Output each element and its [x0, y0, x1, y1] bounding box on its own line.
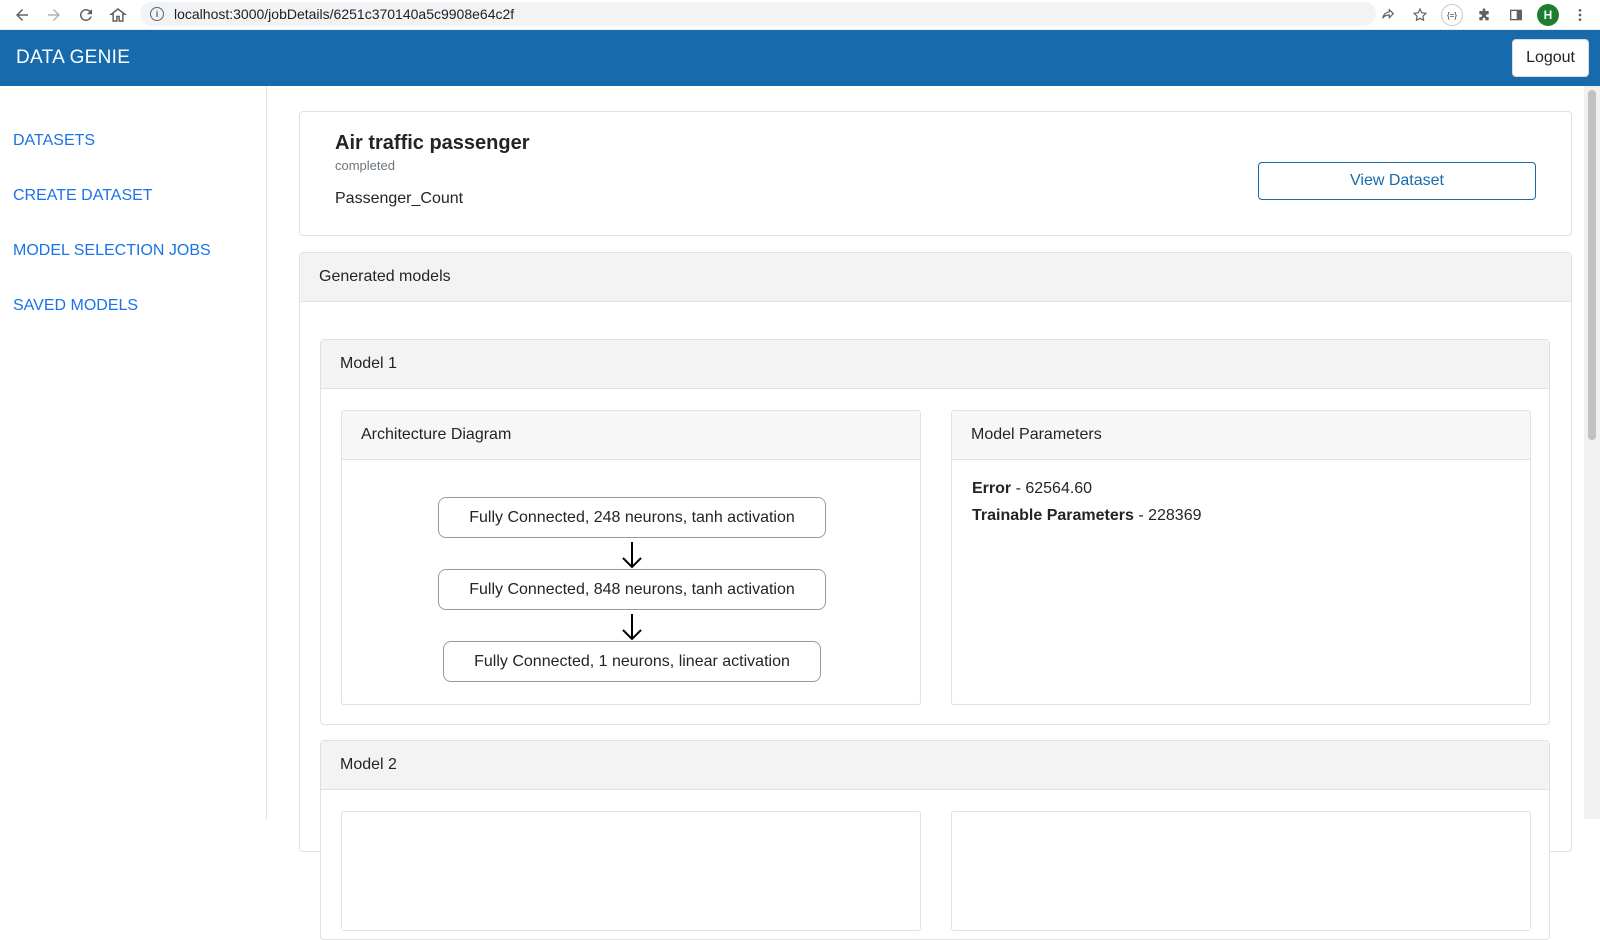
sidebar-item-datasets[interactable]: DATASETS: [13, 132, 95, 150]
home-icon[interactable]: [102, 0, 134, 30]
architecture-diagram-card: [341, 811, 921, 931]
share-icon[interactable]: [1374, 1, 1402, 29]
scrollbar-thumb[interactable]: [1588, 90, 1596, 440]
layer-box: Fully Connected, 1 neurons, linear activ…: [443, 641, 821, 682]
job-title: Air traffic passenger: [335, 132, 530, 154]
model-card: Model 2: [320, 740, 1550, 940]
arrow-down-icon: [622, 542, 642, 569]
menu-kebab-icon[interactable]: [1566, 1, 1594, 29]
model-header: Model 1: [321, 340, 1549, 389]
page-scrollbar[interactable]: [1584, 86, 1600, 819]
forward-icon[interactable]: [38, 0, 70, 30]
reload-icon[interactable]: [70, 0, 102, 30]
model-parameters-title: Model Parameters: [971, 426, 1102, 443]
sidebar: DATASETS CREATE DATASET MODEL SELECTION …: [0, 86, 267, 819]
layer-box: Fully Connected, 848 neurons, tanh activ…: [438, 569, 826, 610]
layer-box: Fully Connected, 248 neurons, tanh activ…: [438, 497, 826, 538]
app-header: DATA GENIE Logout: [0, 30, 1600, 86]
url-text: localhost:3000/jobDetails/6251c370140a5c…: [174, 6, 515, 22]
sidebar-item-model-selection-jobs[interactable]: MODEL SELECTION JOBS: [13, 242, 211, 260]
error-label: Error: [972, 480, 1012, 497]
model-parameters-card: Model Parameters Error - 62564.60 Traina…: [951, 410, 1531, 705]
model-parameters-card: [951, 811, 1531, 931]
job-summary-card: Air traffic passenger completed Passenge…: [299, 111, 1572, 236]
sidebar-item-saved-models[interactable]: SAVED MODELS: [13, 297, 138, 315]
architecture-diagram-header: Architecture Diagram: [342, 411, 920, 460]
site-info-icon[interactable]: i: [150, 7, 164, 21]
model-parameters-header: Model Parameters: [952, 411, 1530, 460]
side-panel-icon[interactable]: [1502, 1, 1530, 29]
extension-badge: {=}: [1441, 4, 1463, 26]
bookmark-star-icon[interactable]: [1406, 1, 1434, 29]
profile-initial: H: [1537, 4, 1559, 26]
trainable-params-value: - 228369: [1133, 507, 1202, 524]
job-target-column: Passenger_Count: [335, 190, 464, 207]
arrow-down-icon: [622, 614, 642, 641]
address-bar[interactable]: i localhost:3000/jobDetails/6251c370140a…: [140, 2, 1376, 26]
back-icon[interactable]: [6, 0, 38, 30]
sidebar-item-create-dataset[interactable]: CREATE DATASET: [13, 187, 153, 205]
model-card: Model 1 Architecture Diagram Fully Conne…: [320, 339, 1550, 725]
puzzle-icon[interactable]: [1470, 1, 1498, 29]
browser-toolbar: i localhost:3000/jobDetails/6251c370140a…: [0, 0, 1600, 30]
model-name: Model 1: [340, 355, 397, 372]
architecture-diagram-card: Architecture Diagram Fully Connected, 24…: [341, 410, 921, 705]
error-value: - 62564.60: [1011, 480, 1093, 497]
error-param: Error - 62564.60: [972, 480, 1092, 498]
generated-models-card: Generated models Model 1 Architecture Di…: [299, 252, 1572, 940]
generated-models-header: Generated models: [300, 253, 1571, 302]
architecture-diagram-title: Architecture Diagram: [361, 426, 512, 443]
model-header: Model 2: [321, 741, 1549, 790]
extension-badge-icon[interactable]: {=}: [1438, 1, 1466, 29]
trainable-params-param: Trainable Parameters - 228369: [972, 507, 1201, 525]
model-name: Model 2: [340, 756, 397, 773]
job-status: completed: [335, 158, 395, 173]
logout-button[interactable]: Logout: [1512, 39, 1589, 77]
generated-models-title: Generated models: [319, 268, 451, 285]
profile-avatar[interactable]: H: [1534, 1, 1562, 29]
view-dataset-button[interactable]: View Dataset: [1258, 162, 1536, 200]
brand-title[interactable]: DATA GENIE: [16, 47, 130, 69]
trainable-params-label: Trainable Parameters: [972, 507, 1134, 524]
